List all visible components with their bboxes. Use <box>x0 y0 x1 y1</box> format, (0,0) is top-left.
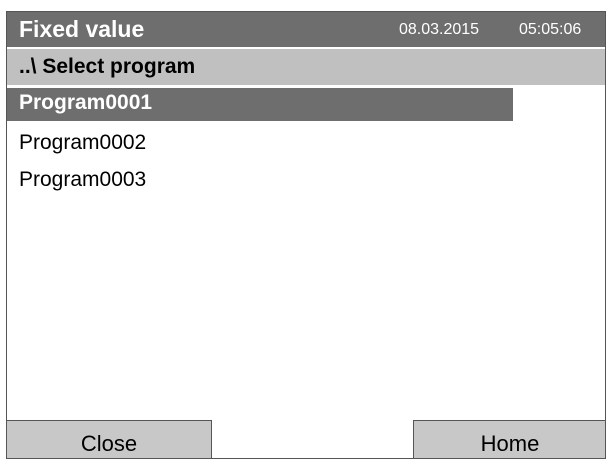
time-display: 05:05:06 <box>519 21 582 38</box>
program-item-label: Program0002 <box>19 131 147 154</box>
program-item-0001[interactable]: Program0001 <box>7 88 513 121</box>
breadcrumb-label: ..\ Select program <box>19 55 196 78</box>
breadcrumb: ..\ Select program <box>7 49 605 85</box>
close-button[interactable]: Close <box>7 420 212 458</box>
program-list: Program0001 Program0002 Program0003 <box>7 88 605 199</box>
title-bar: Fixed value 08.03.2015 05:05:06 <box>7 12 605 47</box>
mode-title: Fixed value <box>19 16 145 42</box>
controller-screen: Fixed value 08.03.2015 05:05:06 ..\ Sele… <box>6 11 606 459</box>
program-item-0003[interactable]: Program0003 <box>7 162 605 199</box>
home-button[interactable]: Home <box>413 420 605 458</box>
program-item-label: Program0003 <box>19 168 147 191</box>
program-item-label: Program0001 <box>19 91 153 114</box>
date-display: 08.03.2015 <box>399 21 480 38</box>
program-item-0002[interactable]: Program0002 <box>7 125 605 162</box>
